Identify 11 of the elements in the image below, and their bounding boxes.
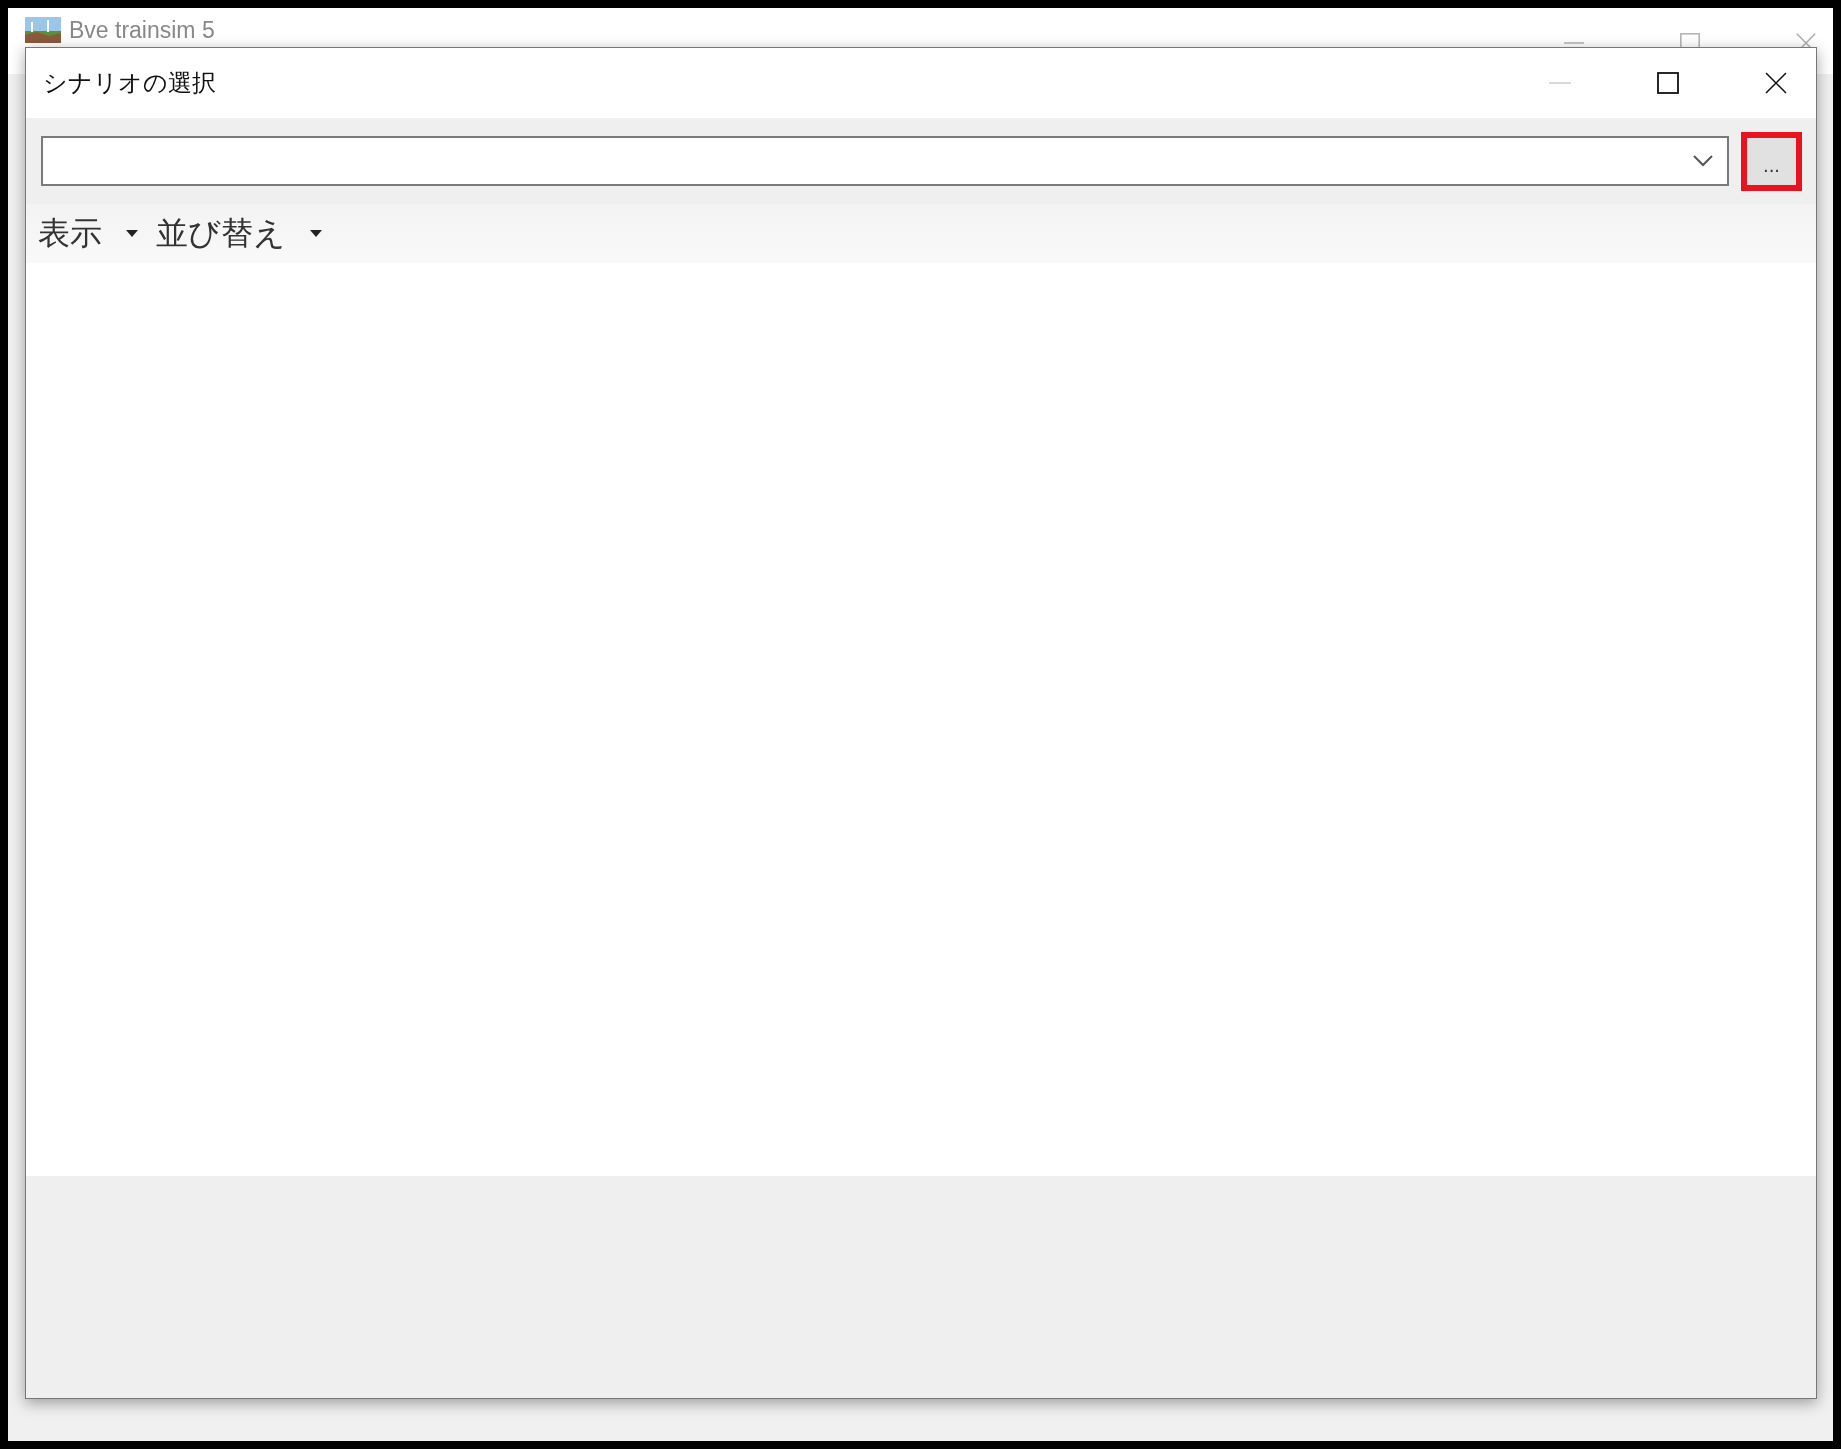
path-combo-box[interactable]	[41, 136, 1729, 186]
caret-down-icon	[126, 229, 138, 238]
dialog-title: シナリオの選択	[43, 68, 216, 99]
window-title: Bve trainsim 5	[69, 17, 215, 43]
browse-button[interactable]: ...	[1741, 131, 1802, 191]
dropdown-menu-button[interactable]: 表示	[38, 211, 138, 256]
maximize-icon[interactable]	[1656, 71, 1680, 95]
caret-down-icon	[310, 229, 322, 238]
close-icon[interactable]	[1764, 71, 1788, 95]
dropdown-menu-button[interactable]: 並び替え	[156, 211, 322, 256]
chevron-down-icon[interactable]	[1693, 155, 1713, 167]
